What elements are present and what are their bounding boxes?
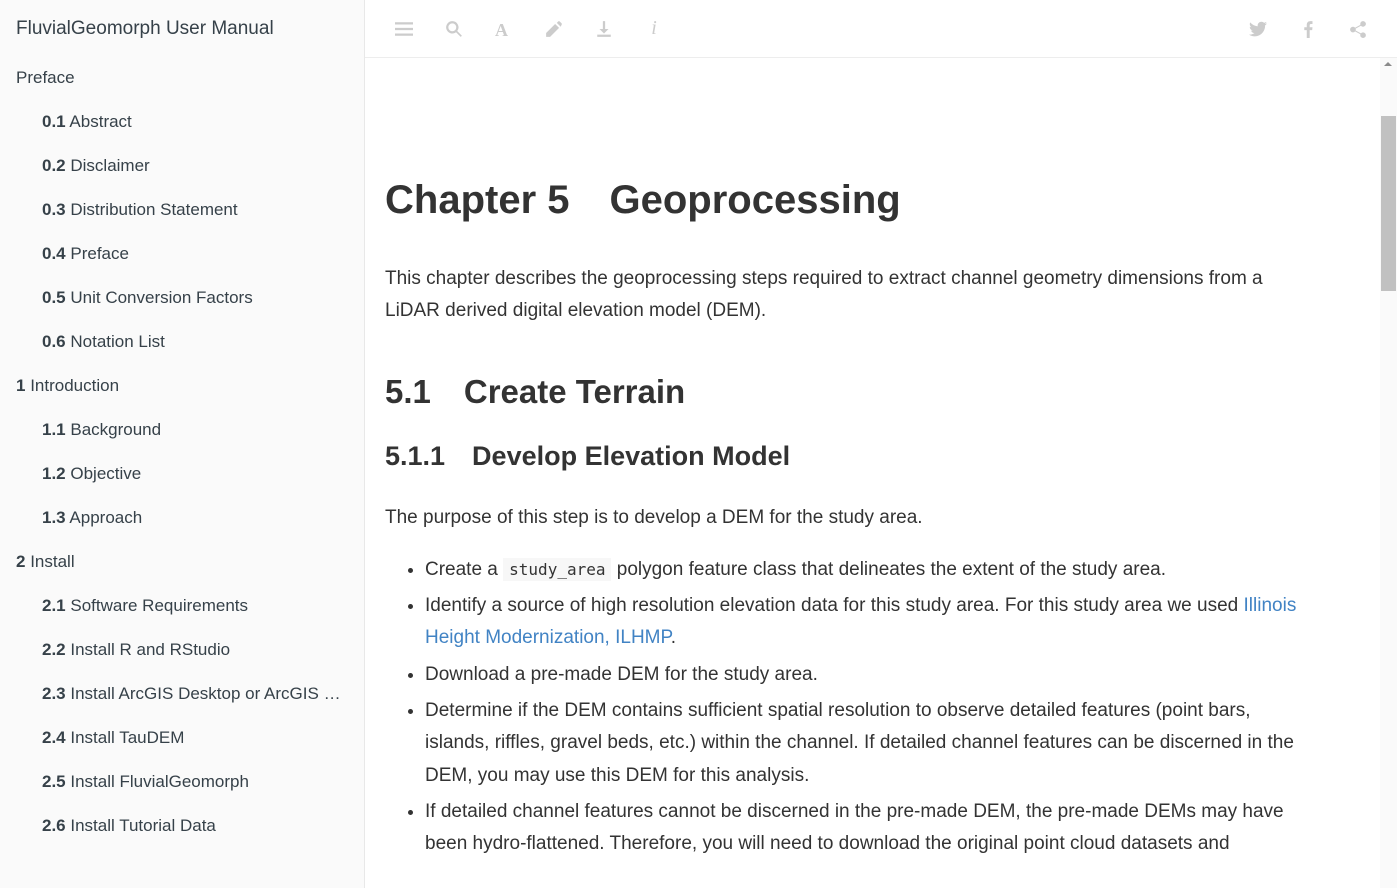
toc-section[interactable]: 2.2 Install R and RStudio xyxy=(0,628,364,672)
list-item: Determine if the DEM contains sufficient… xyxy=(425,695,1305,792)
content-area: Chapter 5 Geoprocessing This chapter des… xyxy=(365,58,1397,888)
share-icon xyxy=(1349,20,1367,38)
info-icon: i xyxy=(651,17,657,40)
toc-chapter[interactable]: Preface xyxy=(0,56,364,100)
toc-section[interactable]: 0.2 Disclaimer xyxy=(0,144,364,188)
share-button[interactable] xyxy=(1333,4,1383,54)
toc-section[interactable]: 1.3 Approach xyxy=(0,496,364,540)
twitter-icon xyxy=(1249,20,1267,38)
toolbar: A i xyxy=(365,0,1397,58)
toc-section[interactable]: 2.1 Software Requirements xyxy=(0,584,364,628)
toc-section[interactable]: 0.3 Distribution Statement xyxy=(0,188,364,232)
info-button[interactable]: i xyxy=(629,4,679,54)
toggle-sidebar-button[interactable] xyxy=(379,4,429,54)
edit-button[interactable] xyxy=(529,4,579,54)
toc-section[interactable]: 0.1 Abstract xyxy=(0,100,364,144)
main: A i xyxy=(365,0,1397,888)
download-icon xyxy=(595,20,613,38)
toc-section[interactable]: 0.6 Notation List xyxy=(0,320,364,364)
facebook-icon xyxy=(1299,20,1317,38)
toc-chapter[interactable]: 2 Install xyxy=(0,540,364,584)
download-button[interactable] xyxy=(579,4,629,54)
toc: Preface0.1 Abstract0.2 Disclaimer0.3 Dis… xyxy=(0,56,364,848)
toc-section[interactable]: 0.4 Preface xyxy=(0,232,364,276)
body-paragraph: The purpose of this step is to develop a… xyxy=(385,502,1305,534)
font-icon: A xyxy=(495,20,513,38)
intro-paragraph: This chapter describes the geoprocessing… xyxy=(385,263,1305,328)
hamburger-icon xyxy=(395,20,413,38)
search-button[interactable] xyxy=(429,4,479,54)
search-icon xyxy=(445,20,463,38)
scroll-up-icon xyxy=(1384,62,1392,66)
toc-section[interactable]: 0.5 Unit Conversion Factors xyxy=(0,276,364,320)
list-item: Download a pre-made DEM for the study ar… xyxy=(425,659,1305,691)
list-item: Create a study_area polygon feature clas… xyxy=(425,554,1305,586)
list-item: Identify a source of high resolution ele… xyxy=(425,590,1305,655)
toc-section[interactable]: 2.4 Install TauDEM xyxy=(0,716,364,760)
bullet-list: Create a study_area polygon feature clas… xyxy=(385,554,1305,861)
toc-section[interactable]: 2.3 Install ArcGIS Desktop or ArcGIS Pro xyxy=(0,672,364,716)
scrollbar-thumb[interactable] xyxy=(1381,116,1396,291)
scrollbar[interactable] xyxy=(1380,58,1397,888)
edit-icon xyxy=(545,20,563,38)
facebook-button[interactable] xyxy=(1283,4,1333,54)
inline-code: study_area xyxy=(503,558,611,581)
subsection-heading: 5.1.1 Develop Elevation Model xyxy=(385,441,1305,472)
list-item: If detailed channel features cannot be d… xyxy=(425,796,1305,861)
section-heading: 5.1 Create Terrain xyxy=(385,373,1305,411)
toc-section[interactable]: 2.5 Install FluvialGeomorph xyxy=(0,760,364,804)
toc-section[interactable]: 1.1 Background xyxy=(0,408,364,452)
page-title: Chapter 5 Geoprocessing xyxy=(385,178,1305,223)
toc-section[interactable]: 1.2 Objective xyxy=(0,452,364,496)
book-title[interactable]: FluvialGeomorph User Manual xyxy=(0,0,364,56)
sidebar: FluvialGeomorph User Manual Preface0.1 A… xyxy=(0,0,365,888)
toc-chapter[interactable]: 1 Introduction xyxy=(0,364,364,408)
toc-section[interactable]: 2.6 Install Tutorial Data xyxy=(0,804,364,848)
twitter-button[interactable] xyxy=(1233,4,1283,54)
font-button[interactable]: A xyxy=(479,4,529,54)
